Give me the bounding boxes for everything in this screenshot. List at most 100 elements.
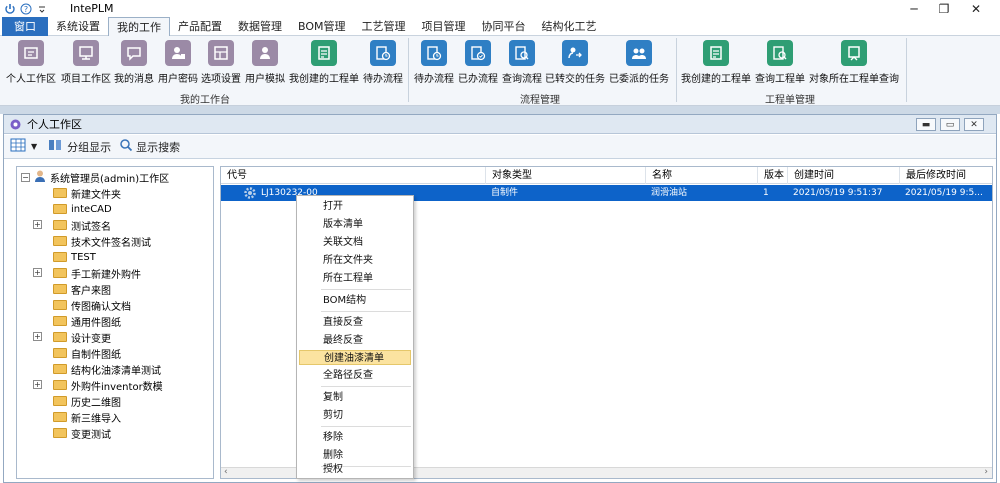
user-icon: [33, 169, 47, 186]
user-password-button[interactable]: 用户密码: [157, 39, 199, 87]
expand-icon[interactable]: +: [33, 268, 42, 277]
minimize-button[interactable]: ─: [899, 0, 929, 17]
tree-folder-label: 新三维导入: [71, 413, 121, 425]
personal-workspace-icon: [18, 40, 44, 66]
help-icon[interactable]: ?: [19, 2, 32, 15]
collapse-icon[interactable]: −: [21, 172, 30, 182]
column-header-modified-time[interactable]: 最后修改时间: [899, 167, 992, 184]
tree-root[interactable]: − 系统管理员(admin)工作区: [21, 169, 169, 185]
tree-folder-item[interactable]: 结构化油漆清单测试: [53, 361, 161, 377]
menu-window[interactable]: 窗口: [2, 17, 48, 36]
context-menu-order-location[interactable]: 所在工程单: [299, 271, 411, 286]
group-display-button[interactable]: 分组显示: [47, 137, 111, 157]
column-header-name[interactable]: 名称: [645, 167, 757, 184]
menu-product-config[interactable]: 产品配置: [170, 17, 230, 36]
tree-folder-item[interactable]: + 手工新建外购件: [33, 265, 141, 281]
user-simulate-button[interactable]: 用户模拟: [244, 39, 286, 87]
restore-button[interactable]: ❐: [929, 0, 959, 17]
context-menu-delete[interactable]: 删除: [299, 448, 411, 463]
done-flow-button[interactable]: 已办流程: [456, 39, 500, 87]
close-button[interactable]: ✕: [961, 0, 991, 17]
column-header-created-time[interactable]: 创建时间: [787, 167, 899, 184]
tree-folder-item[interactable]: 变更测试: [53, 425, 111, 441]
expand-icon[interactable]: +: [33, 220, 42, 229]
search-order-button[interactable]: 查询工程单: [753, 39, 807, 87]
workspace-icon: [10, 119, 21, 130]
todo-flow-button-2[interactable]: 待办流程: [412, 39, 456, 87]
search-flow-button[interactable]: 查询流程: [500, 39, 544, 87]
menu-process-management[interactable]: 工艺管理: [354, 17, 414, 36]
expand-icon[interactable]: +: [33, 380, 42, 389]
tree-folder-item[interactable]: + 外购件inventor数模: [33, 377, 163, 393]
menu-bom-management[interactable]: BOM管理: [290, 17, 354, 36]
quick-access-dropdown-icon[interactable]: [35, 2, 48, 15]
scroll-left-icon[interactable]: ‹: [224, 467, 228, 477]
column-header-code[interactable]: 代号: [221, 167, 485, 184]
transferred-tasks-button[interactable]: 已转交的任务: [545, 39, 605, 87]
tree-folder-item[interactable]: 历史二维图: [53, 393, 121, 409]
power-icon[interactable]: [3, 2, 16, 15]
my-messages-button[interactable]: 我的消息: [113, 39, 155, 87]
context-menu-open[interactable]: 打开: [299, 199, 411, 214]
my-created-orders-button-1[interactable]: 我创建的工程单: [288, 39, 360, 87]
tree-folder-item[interactable]: TEST: [53, 249, 96, 265]
tree-folder-item[interactable]: + 设计变更: [33, 329, 111, 345]
tree-folder-item[interactable]: 新建文件夹: [53, 185, 121, 201]
object-order-query-button[interactable]: 对象所在工程单查询: [808, 39, 900, 87]
tree-folder-item[interactable]: 技术文件签名测试: [53, 233, 151, 249]
context-menu-related-docs[interactable]: 关联文档: [299, 235, 411, 250]
tree-folder-item[interactable]: 新三维导入: [53, 409, 121, 425]
menu-my-work[interactable]: 我的工作: [108, 17, 170, 36]
menu-structured-process[interactable]: 结构化工艺: [534, 17, 605, 36]
project-workspace-icon: [73, 40, 99, 66]
folder-icon: [53, 364, 67, 374]
context-menu-create-paint-list[interactable]: 创建油漆清单: [299, 350, 411, 365]
context-menu-copy[interactable]: 复制: [299, 390, 411, 405]
expand-icon[interactable]: +: [33, 332, 42, 341]
column-header-object-type[interactable]: 对象类型: [485, 167, 645, 184]
folder-icon: [53, 412, 67, 422]
project-workspace-button[interactable]: 项目工作区: [60, 39, 112, 87]
tree-folder-label: 新建文件夹: [71, 189, 121, 201]
context-menu-cut[interactable]: 剪切: [299, 408, 411, 423]
context-menu-bom-structure[interactable]: BOM结构: [299, 293, 411, 308]
my-created-orders-button-2[interactable]: 我创建的工程单: [680, 39, 752, 87]
panel-restore-button[interactable]: ▭: [940, 118, 960, 131]
show-search-button[interactable]: 显示搜索: [119, 137, 180, 157]
personal-workspace-button[interactable]: 个人工作区: [4, 39, 58, 87]
tree-folder-item[interactable]: 通用件图纸: [53, 313, 121, 329]
tree-folder-item[interactable]: + 测试签名: [33, 217, 111, 233]
tree-folder-item[interactable]: 传图确认文档: [53, 297, 131, 313]
scroll-right-icon[interactable]: ›: [984, 467, 988, 477]
tree-folder-label: 客户来图: [71, 285, 111, 297]
user-password-label: 用户密码: [158, 74, 198, 85]
options-settings-button[interactable]: 选项设置: [200, 39, 242, 87]
delegated-task-icon: [626, 40, 652, 66]
panel-title-bar: 个人工作区: [4, 115, 996, 134]
context-menu-final-reverse-lookup[interactable]: 最终反查: [299, 333, 411, 348]
group-label-flow-management: 流程管理: [520, 95, 560, 106]
tree-folder-item[interactable]: 客户来图: [53, 281, 111, 297]
menu-system-settings[interactable]: 系统设置: [48, 17, 108, 36]
menu-project-management[interactable]: 项目管理: [414, 17, 474, 36]
svg-text:?: ?: [23, 5, 27, 14]
panel-minimize-button[interactable]: ▬: [916, 118, 936, 131]
panel-close-button[interactable]: ✕: [964, 118, 984, 131]
view-mode-dropdown[interactable]: ▼: [10, 137, 37, 157]
todo-flow-label-2: 待办流程: [414, 74, 454, 85]
context-menu-full-path-lookup[interactable]: 全路径反查: [299, 368, 411, 383]
column-header-version[interactable]: 版本: [757, 167, 787, 184]
context-menu-version-list[interactable]: 版本清单: [299, 217, 411, 232]
tree-folder-item[interactable]: 自制件图纸: [53, 345, 121, 361]
context-menu-direct-reverse-lookup[interactable]: 直接反查: [299, 315, 411, 330]
menu-data-management[interactable]: 数据管理: [230, 17, 290, 36]
tree-folder-item[interactable]: inteCAD: [53, 201, 112, 217]
delegated-tasks-label: 已委派的任务: [609, 74, 669, 85]
delegated-tasks-button[interactable]: 已委派的任务: [608, 39, 670, 87]
context-menu-authorize[interactable]: 授权: [299, 462, 411, 477]
my-messages-label: 我的消息: [114, 74, 154, 85]
context-menu-remove[interactable]: 移除: [299, 430, 411, 445]
todo-flow-button-1[interactable]: 待办流程: [361, 39, 405, 87]
context-menu-folder-location[interactable]: 所在文件夹: [299, 253, 411, 268]
menu-collaboration[interactable]: 协同平台: [474, 17, 534, 36]
